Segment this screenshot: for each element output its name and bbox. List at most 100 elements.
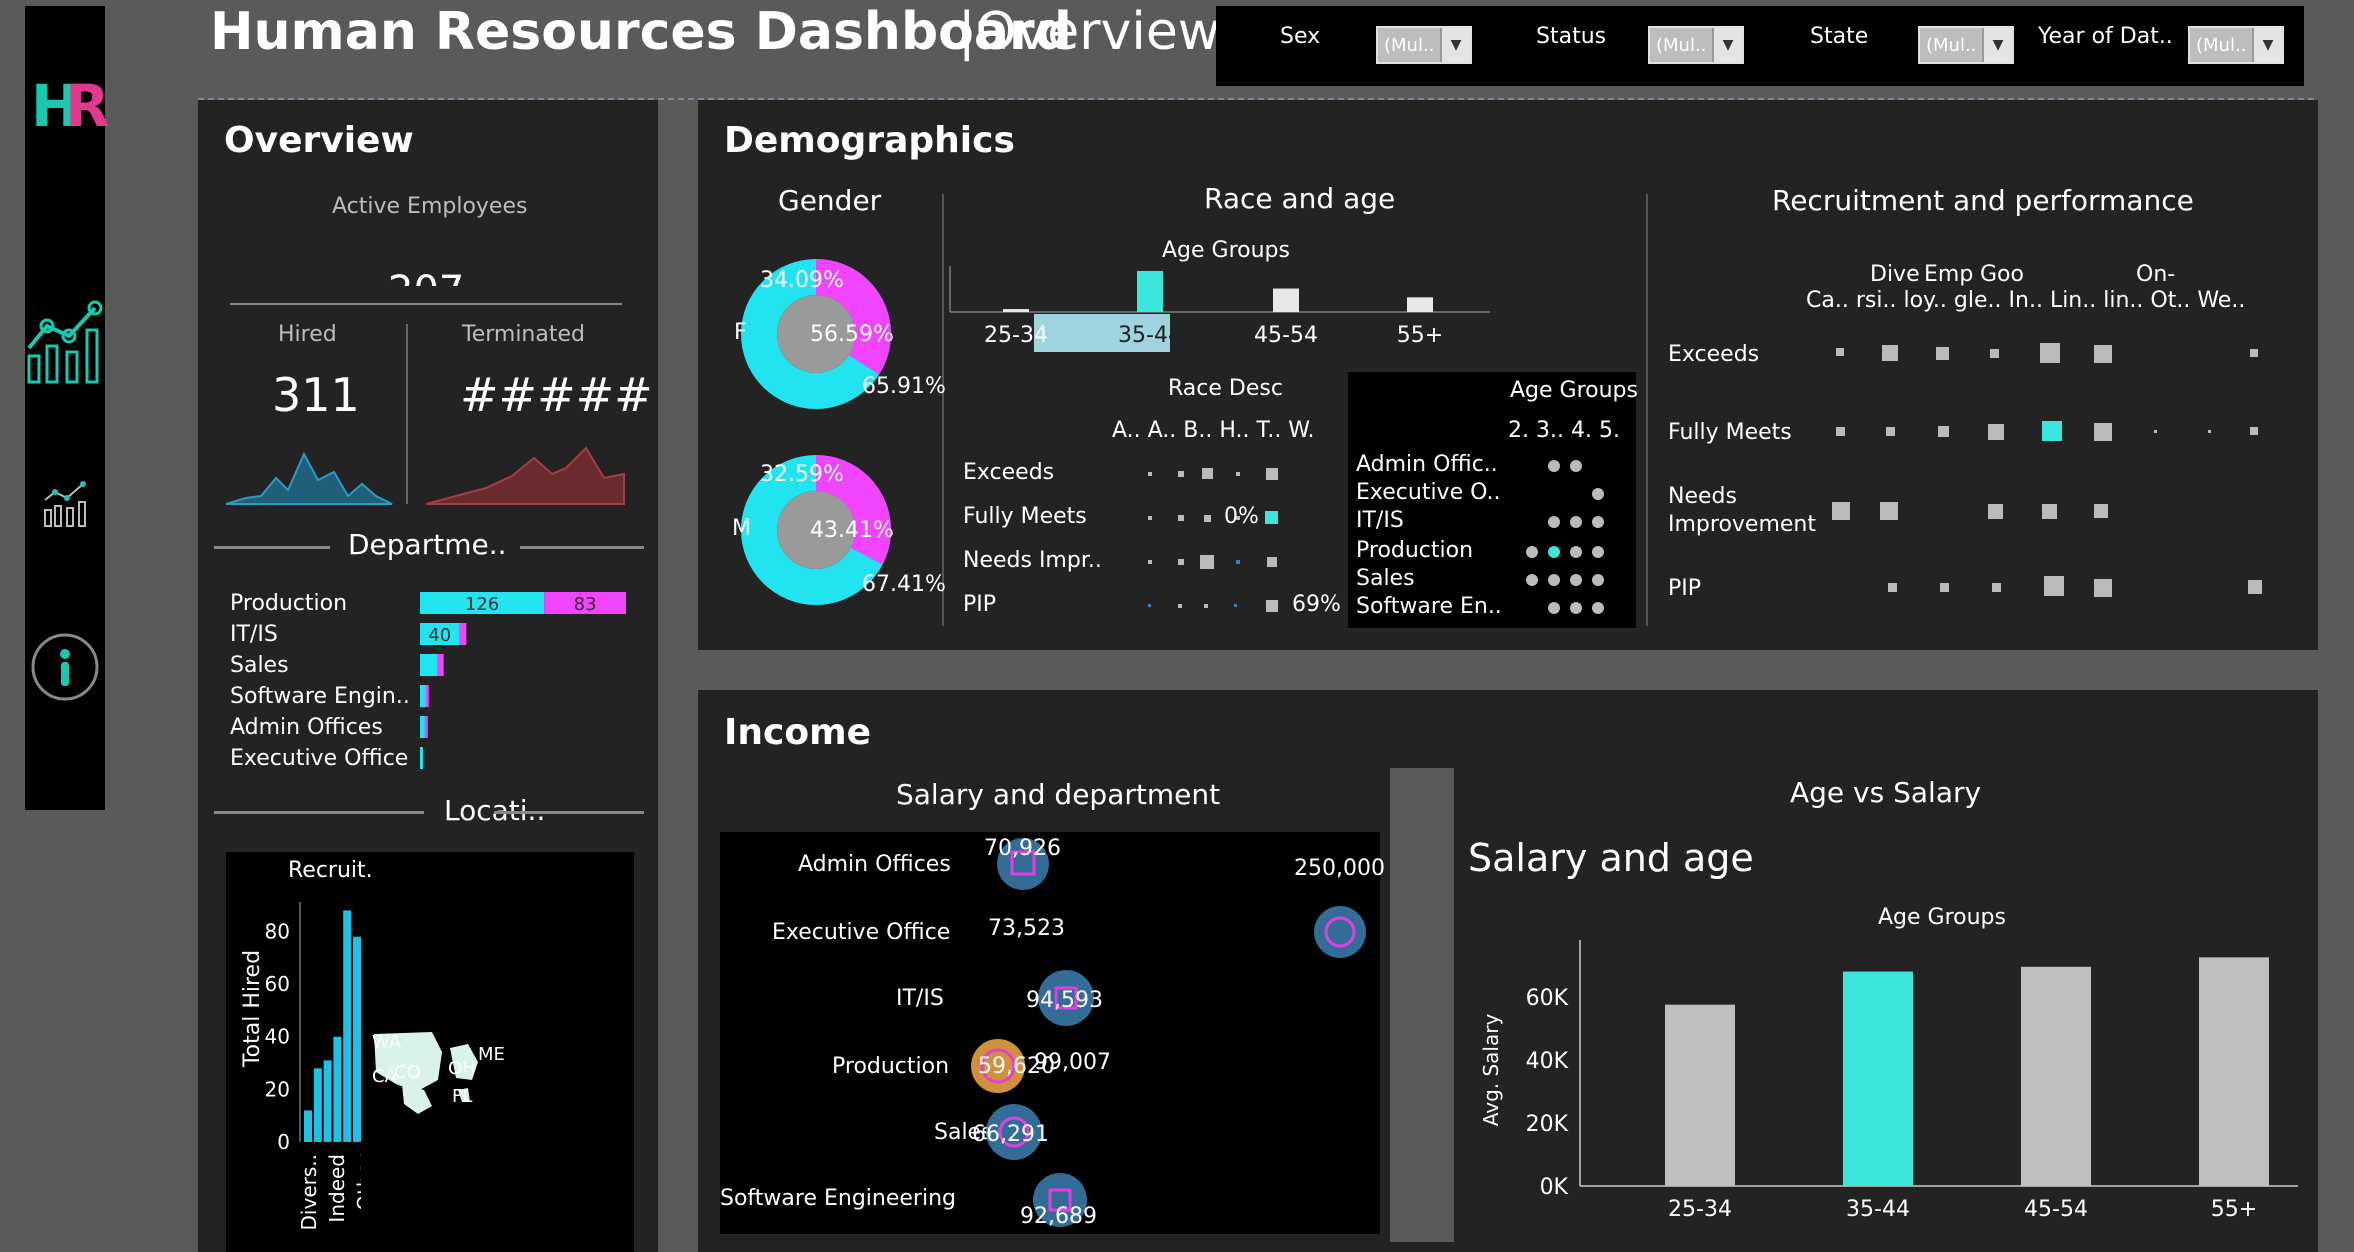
small-chart-icon[interactable] bbox=[41, 478, 91, 528]
matrix-dept-admin: Admin Offic.. bbox=[1356, 452, 1498, 477]
status-filter-dropdown[interactable]: (Mul.. ▼ bbox=[1648, 26, 1744, 64]
income-title: Income bbox=[724, 712, 872, 753]
recruit-chart-panel: Recruit.. Total Hired 0 20 40 60 80 Divers.. I… bbox=[226, 852, 634, 1252]
male-center-pct: 43.41% bbox=[810, 518, 894, 543]
hired-label: Hired bbox=[278, 322, 337, 347]
department-bar-value: 83 bbox=[574, 594, 597, 615]
male-right-pct: 67.41% bbox=[862, 572, 946, 597]
department-bar-terminated bbox=[424, 716, 428, 738]
salary-age-bar bbox=[2199, 957, 2269, 1186]
race-performance-matrix bbox=[1148, 468, 1278, 612]
income-panel: Income Salary and department Admin Offic… bbox=[698, 690, 2318, 1252]
recruit-bar bbox=[313, 1068, 322, 1142]
svg-text:ME: ME bbox=[478, 1044, 505, 1065]
recruit-y-tick: 80 bbox=[265, 919, 290, 943]
age-groups-mini-chart: 25-34 35-44 45-54 55+ bbox=[949, 266, 1490, 352]
page-title: Human Resources Dashboard bbox=[210, 2, 1072, 62]
department-chart: Production 126 83 IT/IS 40 Sales Software Engi… bbox=[230, 591, 626, 771]
location-map: WA CA CO OH ME FL bbox=[372, 852, 520, 1252]
analytics-chart-icon[interactable] bbox=[25, 296, 105, 386]
chevron-down-icon: ▼ bbox=[2252, 28, 2282, 62]
hired-sparkline bbox=[226, 451, 393, 505]
department-bar-value: 126 bbox=[465, 594, 499, 615]
filter-bar: Sex (Mul.. ▼ Status (Mul.. ▼ State (Mul.… bbox=[1216, 6, 2304, 86]
age-cols-header: 2. 3.. 4. 5. bbox=[1508, 418, 1620, 443]
salary-age-y-tick: 20K bbox=[1526, 1112, 1569, 1137]
department-rule-right bbox=[520, 546, 644, 549]
salary-age-x-label: 45-54 bbox=[2024, 1197, 2088, 1222]
terminated-value: ##### bbox=[460, 368, 653, 422]
chevron-down-icon: ▼ bbox=[1440, 28, 1470, 62]
svg-text:OH: OH bbox=[448, 1058, 476, 1079]
age-mini-bar bbox=[1137, 270, 1163, 312]
age-salary-title: Age vs Salary bbox=[1790, 776, 1982, 809]
department-label: IT/IS bbox=[230, 622, 278, 647]
matrix-dept-itis: IT/IS bbox=[1356, 508, 1404, 533]
age-groups-chart-label: Age Groups bbox=[1162, 238, 1290, 263]
female-center-pct: 56.59% bbox=[810, 322, 894, 347]
terminated-label: Terminated bbox=[462, 322, 585, 347]
race-desc-label: Race Desc bbox=[1168, 376, 1283, 401]
recruit-bar bbox=[343, 910, 352, 1142]
recruit-y-tick: 60 bbox=[265, 972, 290, 996]
salary-value-sales: 66,291 bbox=[972, 1122, 1049, 1147]
recruit-col-top-0: Dive bbox=[1870, 262, 1920, 287]
sidebar: H R bbox=[25, 6, 110, 810]
recruit-row-fully-meets: Fully Meets bbox=[1668, 420, 1792, 445]
recruit-bar bbox=[353, 936, 361, 1142]
salary-age-x-label: 55+ bbox=[2211, 1197, 2257, 1222]
age-mini-x-label: 25-34 bbox=[984, 323, 1048, 348]
recruit-bar bbox=[304, 1110, 312, 1142]
overview-panel: Overview Active Employees 207 Hired 311 … bbox=[198, 100, 658, 1252]
salary-age-title: Salary and age bbox=[1468, 836, 1754, 880]
salary-value-itis: 94,593 bbox=[1026, 988, 1103, 1013]
salary-value-admin: 70,926 bbox=[984, 836, 1061, 861]
recruit-row-improvement: Improvement bbox=[1668, 512, 1816, 537]
recruit-bar bbox=[323, 1060, 332, 1142]
race-zero-pct: 0% bbox=[1224, 504, 1259, 529]
salary-age-bar bbox=[2021, 966, 2091, 1186]
salary-age-xlabel: Age Groups bbox=[1878, 905, 2006, 930]
year-filter-dropdown[interactable]: (Mul.. ▼ bbox=[2188, 26, 2284, 64]
perf-row-pip: PIP bbox=[963, 592, 997, 617]
recruit-x-label: Indeed bbox=[325, 1154, 349, 1223]
sex-filter-dropdown[interactable]: (Mul.. ▼ bbox=[1376, 26, 1472, 64]
recruit-performance-matrix bbox=[1832, 343, 2262, 597]
overview-title: Overview bbox=[224, 120, 414, 161]
gender-title: Gender bbox=[778, 184, 882, 217]
state-filter-dropdown[interactable]: (Mul.. ▼ bbox=[1918, 26, 2014, 64]
active-employees-label: Active Employees bbox=[332, 194, 528, 219]
salary-age-y-tick: 40K bbox=[1526, 1049, 1569, 1074]
department-bar-active bbox=[420, 716, 425, 738]
active-employees-value: 207 bbox=[388, 268, 464, 286]
department-title: Departme.. bbox=[348, 528, 507, 561]
recruit-row-pip: PIP bbox=[1668, 576, 1702, 601]
recruit-y-tick: 0 bbox=[277, 1130, 290, 1154]
demographics-title: Demographics bbox=[724, 120, 1015, 161]
salary-age-x-label: 25-34 bbox=[1668, 1197, 1732, 1222]
salary-value-exec: 73,523 bbox=[988, 916, 1065, 941]
age-mini-bar bbox=[1407, 297, 1433, 312]
department-label: Executive Office bbox=[230, 746, 408, 771]
terminated-sparkline bbox=[426, 446, 625, 505]
salary-age-bar bbox=[1843, 971, 1913, 1186]
active-employees-value-clip: 207 bbox=[198, 266, 658, 286]
salary-age-y-tick: 60K bbox=[1526, 986, 1569, 1011]
dept-age-matrix-panel: Age Groups 2. 3.. 4. 5. Admin Offic.. Ex… bbox=[1348, 372, 1638, 628]
hr-logo-icon[interactable]: H R bbox=[31, 72, 110, 140]
salary-age-bar bbox=[1665, 1004, 1735, 1186]
age-groups-matrix-label: Age Groups bbox=[1510, 378, 1638, 403]
matrix-dept-production: Production bbox=[1356, 538, 1474, 563]
svg-text:WA: WA bbox=[372, 1032, 402, 1053]
perf-row-exceeds: Exceeds bbox=[963, 460, 1055, 485]
gender-divider bbox=[942, 194, 944, 626]
location-rule-left bbox=[214, 811, 424, 814]
filter-label-year: Year of Dat.. bbox=[2038, 24, 2173, 49]
age-mini-bar bbox=[1273, 288, 1299, 312]
race-age-title: Race and age bbox=[1204, 182, 1396, 215]
department-label: Admin Offices bbox=[230, 715, 383, 740]
matrix-dept-software: Software En.. bbox=[1356, 594, 1502, 619]
info-icon[interactable] bbox=[30, 632, 100, 702]
salary-value-production-high: 99,007 bbox=[1034, 1050, 1111, 1075]
male-label: M bbox=[732, 516, 751, 541]
